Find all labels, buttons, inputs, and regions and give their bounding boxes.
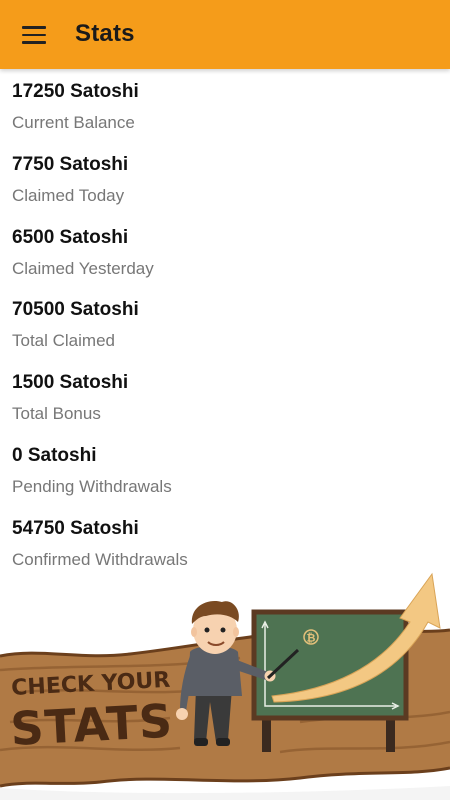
stat-pending-withdrawals: 0 Satoshi Pending Withdrawals bbox=[12, 443, 432, 516]
stat-value: 17250 Satoshi bbox=[12, 81, 139, 102]
stat-label: Total Bonus bbox=[12, 404, 101, 424]
app-bar: Stats bbox=[0, 0, 450, 69]
stat-total-claimed: 70500 Satoshi Total Claimed bbox=[12, 297, 432, 370]
banner-heading-line2: STATS bbox=[9, 693, 175, 756]
stat-label: Current Balance bbox=[12, 113, 135, 132]
stat-claimed-yesterday: 6500 Satoshi Claimed Yesterday bbox=[12, 225, 432, 298]
svg-text:₿: ₿ bbox=[307, 632, 316, 645]
stat-value: 7750 Satoshi bbox=[12, 153, 129, 175]
stat-total-bonus: 1500 Satoshi Total Bonus bbox=[12, 370, 432, 443]
stats-list: 17250 Satoshi Current Balance 7750 Satos… bbox=[12, 79, 432, 589]
stat-value: 70500 Satoshi bbox=[12, 299, 139, 321]
menu-button[interactable] bbox=[12, 15, 56, 55]
stat-value: 0 Satoshi bbox=[12, 444, 97, 466]
stat-label: Claimed Yesterday bbox=[12, 258, 154, 278]
stat-label: Total Claimed bbox=[12, 331, 115, 351]
stat-claimed-today: 7750 Satoshi Claimed Today bbox=[12, 152, 432, 225]
stat-label: Confirmed Withdrawals bbox=[12, 549, 188, 569]
check-stats-banner: ₿ CHECK YOUR STATS bbox=[0, 572, 450, 800]
stat-value: 1500 Satoshi bbox=[12, 372, 129, 394]
stat-current-balance: 17250 Satoshi Current Balance bbox=[12, 79, 432, 152]
stat-value: 6500 Satoshi bbox=[12, 226, 129, 248]
stat-value: 54750 Satoshi bbox=[12, 517, 139, 539]
stat-label: Claimed Today bbox=[12, 185, 125, 205]
page-title: Stats bbox=[75, 20, 135, 47]
hamburger-menu-icon bbox=[22, 26, 46, 44]
stat-label: Pending Withdrawals bbox=[12, 476, 172, 496]
